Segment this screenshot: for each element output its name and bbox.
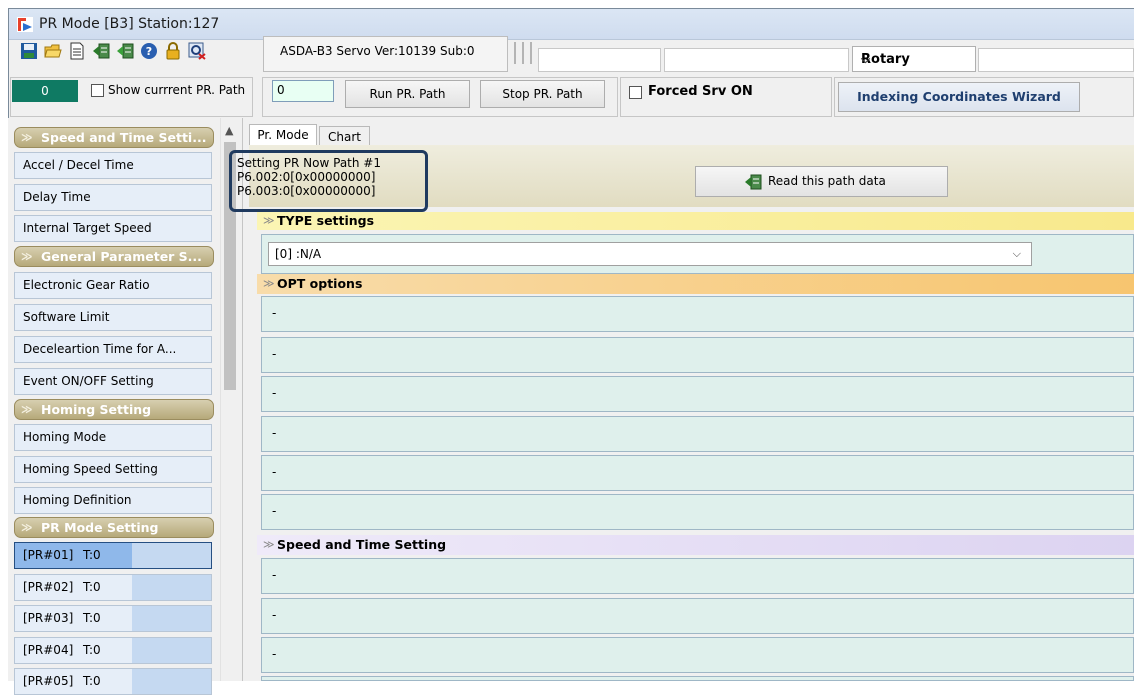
read-servo-icon: [745, 174, 762, 190]
lock-icon[interactable]: [164, 42, 182, 60]
sidebar-group-pr-mode[interactable]: ≫ PR Mode Setting: [14, 517, 214, 538]
svg-text:?: ?: [146, 45, 152, 58]
sidebar-group-homing[interactable]: ≫ Homing Setting: [14, 399, 214, 420]
tab-chart[interactable]: Chart: [319, 126, 370, 146]
sidebar-item-gear-ratio[interactable]: Electronic Gear Ratio: [14, 272, 212, 299]
opt-row[interactable]: -: [261, 494, 1134, 530]
type-select[interactable]: [0] :N/A ⌵: [268, 242, 1032, 266]
pr-path-name: [PR#02]: [23, 580, 74, 594]
pr-path-item[interactable]: [PR#01] T:0: [14, 542, 212, 569]
opt-row[interactable]: -: [261, 416, 1134, 452]
pr-path-name: [PR#05]: [23, 674, 74, 688]
collapse-icon: ≫: [21, 250, 33, 263]
collapse-icon: ≫: [21, 403, 33, 416]
section-opt-options[interactable]: ≫ OPT options: [257, 274, 1134, 294]
sidebar-item-accel-decel[interactable]: Accel / Decel Time: [14, 152, 212, 179]
write-servo-icon[interactable]: [116, 42, 134, 60]
show-path-label: Show currrent PR. Path: [108, 83, 246, 97]
title-bar: PR Mode [B3] Station:127: [9, 9, 1134, 40]
pr-path-t: T:0: [83, 611, 101, 625]
sidebar-group-speed-time[interactable]: ≫ Speed and Time Setti...: [14, 127, 214, 148]
stop-path-button[interactable]: Stop PR. Path: [480, 80, 605, 108]
sidebar-item-homing-mode[interactable]: Homing Mode: [14, 424, 212, 451]
read-servo-icon[interactable]: [92, 42, 110, 60]
chevron-down-icon: ⌵: [861, 52, 871, 66]
forced-srv-label: Forced Srv ON: [648, 84, 753, 99]
opt-row[interactable]: -: [261, 296, 1134, 332]
search-close-icon[interactable]: [188, 42, 206, 60]
speed-row[interactable]: [261, 676, 1134, 681]
document-icon[interactable]: [68, 42, 86, 60]
status-field-2: [664, 48, 849, 72]
pr-path-t: T:0: [83, 674, 101, 688]
pr-path-item[interactable]: [PR#05] T:0: [14, 668, 212, 695]
status-number: 0: [12, 80, 78, 102]
collapse-icon: ≫: [263, 277, 275, 290]
opt-row[interactable]: -: [261, 455, 1134, 491]
speed-row[interactable]: -: [261, 598, 1134, 634]
pr-path-name: [PR#01]: [23, 548, 74, 562]
status-field-1: [538, 48, 661, 72]
sidebar-item-event-onoff[interactable]: Event ON/OFF Setting: [14, 368, 212, 395]
speed-row[interactable]: -: [261, 558, 1134, 594]
sidebar-group-general[interactable]: ≫ General Parameter S...: [14, 246, 214, 267]
window-title: PR Mode [B3] Station:127: [39, 16, 220, 32]
pr-path-item[interactable]: [PR#04] T:0: [14, 637, 212, 664]
scroll-up-icon[interactable]: ▲: [225, 124, 233, 137]
indexing-wizard-button[interactable]: Indexing Coordinates Wizard: [838, 82, 1080, 112]
pr-path-item[interactable]: [PR#02] T:0: [14, 574, 212, 601]
pr-path-item[interactable]: [PR#03] T:0: [14, 605, 212, 632]
chevron-down-icon: ⌵: [1012, 247, 1021, 260]
help-icon[interactable]: ?: [140, 42, 158, 60]
pr-path-name: [PR#04]: [23, 643, 74, 657]
collapse-icon: ≫: [21, 131, 33, 144]
collapse-icon: ≫: [263, 538, 275, 551]
pr-path-t: T:0: [83, 580, 101, 594]
sidebar-item-delay-time[interactable]: Delay Time: [14, 184, 212, 211]
tab-pr-mode[interactable]: Pr. Mode: [249, 124, 317, 146]
sidebar: ≫ Speed and Time Setti... Accel / Decel T…: [8, 118, 243, 695]
mode-select[interactable]: Rotary ⌵: [852, 46, 976, 72]
opt-row[interactable]: -: [261, 376, 1134, 412]
pr-path-t: T:0: [83, 643, 101, 657]
speed-row[interactable]: -: [261, 637, 1134, 673]
sidebar-item-homing-speed[interactable]: Homing Speed Setting: [14, 456, 212, 483]
pr-path-name: [PR#03]: [23, 611, 74, 625]
save-icon[interactable]: [20, 42, 38, 60]
section-speed-time[interactable]: ≫ Speed and Time Setting: [257, 535, 1134, 555]
show-path-checkbox[interactable]: [91, 84, 104, 97]
run-path-button[interactable]: Run PR. Path: [345, 80, 470, 108]
type-settings-row: [0] :N/A ⌵: [261, 234, 1134, 274]
sidebar-item-homing-definition[interactable]: Homing Definition: [14, 487, 212, 514]
sidebar-item-software-limit[interactable]: Software Limit: [14, 304, 212, 331]
read-path-data-button[interactable]: Read this path data: [695, 166, 948, 197]
sidebar-item-target-speed[interactable]: Internal Target Speed: [14, 215, 212, 242]
version-label: ASDA-B3 Servo Ver:10139 Sub:0: [280, 44, 475, 58]
read-path-data-label: Read this path data: [768, 174, 886, 188]
version-info: ASDA-B3 Servo Ver:10139 Sub:0: [263, 36, 508, 72]
collapse-icon: ≫: [263, 214, 275, 227]
status-field-3: [978, 48, 1134, 72]
path-number-value: 0: [277, 83, 285, 97]
open-folder-icon[interactable]: [44, 42, 62, 60]
opt-row[interactable]: -: [261, 337, 1134, 373]
forced-srv-checkbox[interactable]: [629, 86, 642, 99]
pr-path-t: T:0: [83, 548, 101, 562]
collapse-icon: ≫: [21, 521, 33, 534]
app-icon: [17, 17, 33, 32]
section-type-settings[interactable]: ≫ TYPE settings: [257, 212, 1134, 230]
sidebar-item-decel-time[interactable]: Deceleartion Time for A...: [14, 336, 212, 363]
path-number-input[interactable]: 0: [272, 80, 334, 102]
type-select-value: [0] :N/A: [275, 247, 322, 261]
info-highlight-box: [229, 150, 428, 212]
